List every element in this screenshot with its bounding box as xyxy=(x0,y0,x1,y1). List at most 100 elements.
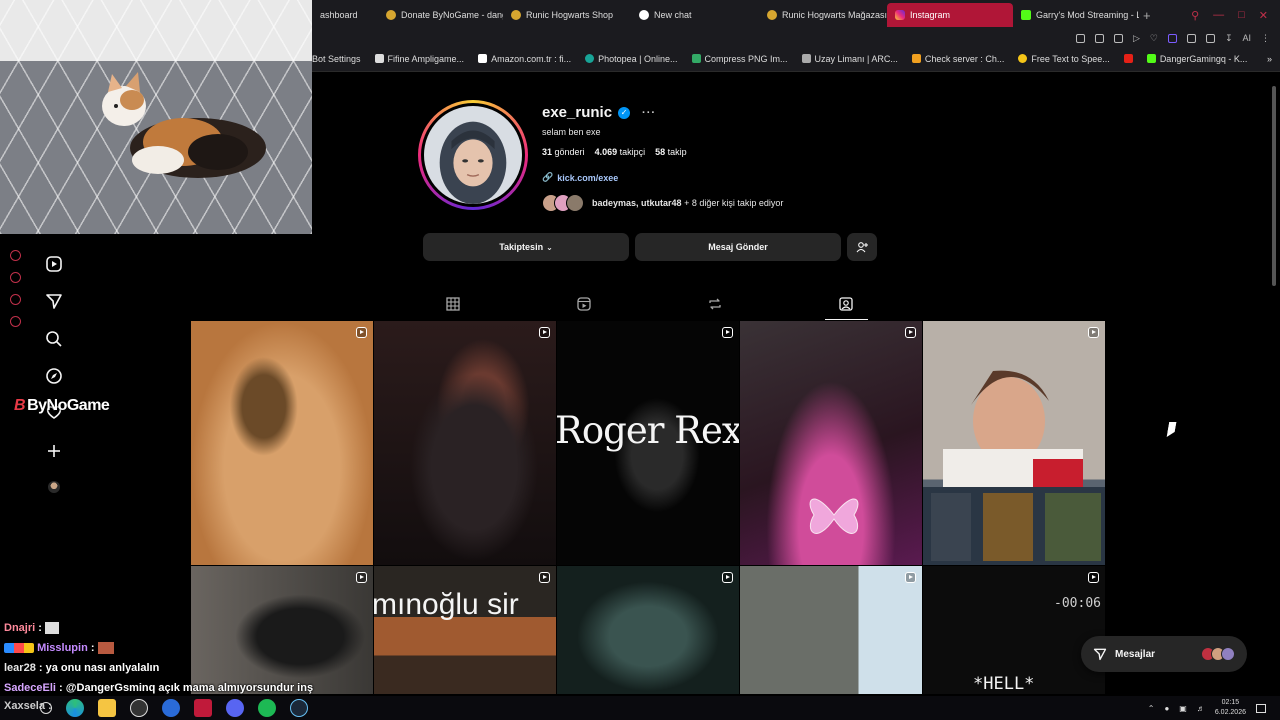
bookmarks-overflow-icon[interactable]: » xyxy=(1267,54,1280,64)
status-dot-icon xyxy=(10,294,21,305)
tab-dashboard[interactable]: ashboard xyxy=(312,3,378,27)
pip-icon[interactable] xyxy=(1205,33,1215,43)
bookmark-bot-settings[interactable]: Bot Settings xyxy=(312,54,361,64)
search-tabs-icon[interactable]: ⚲ xyxy=(1191,9,1199,22)
following-button[interactable]: Takiptesin ⌄ xyxy=(423,233,629,261)
bookmark-check-server[interactable]: Check server : Ch... xyxy=(911,54,1004,64)
bookmark-compress-png[interactable]: Compress PNG Im... xyxy=(691,54,788,64)
minimize-icon[interactable]: — xyxy=(1213,9,1224,22)
post-tile[interactable]: Roger Rex xyxy=(557,321,739,565)
messages-button[interactable]: Mesajlar xyxy=(1081,636,1247,672)
tab-runic-hogwarts-shop[interactable]: Runic Hogwarts Shop xyxy=(503,3,631,27)
screenshot-icon[interactable] xyxy=(1094,33,1104,43)
pin-icon[interactable] xyxy=(1075,33,1085,43)
network-icon[interactable]: ▣ xyxy=(1179,704,1187,713)
discord-icon[interactable] xyxy=(226,699,244,717)
tab-runic-hogwarts-magazasi[interactable]: Runic Hogwarts Mağazası xyxy=(759,3,887,27)
download-icon[interactable]: ↧ xyxy=(1225,33,1233,44)
following-count[interactable]: 58 takip xyxy=(655,147,687,157)
post-tile[interactable]: -00:06 *HELL* xyxy=(923,566,1105,694)
tab-icon[interactable] xyxy=(1167,33,1177,43)
tray-overflow-icon[interactable]: ⌃ xyxy=(1148,704,1155,713)
taskbar-search-icon[interactable] xyxy=(40,702,52,714)
youtube-icon xyxy=(1123,54,1133,63)
spotify-icon[interactable] xyxy=(258,699,276,717)
emote-icon xyxy=(44,622,59,635)
post-tile[interactable] xyxy=(740,321,922,565)
bookmark-free-text-to-speech[interactable]: Free Text to Spee... xyxy=(1018,54,1110,64)
post-tile[interactable] xyxy=(557,566,739,694)
profile-link[interactable]: 🔗 kick.com/exee xyxy=(542,172,618,183)
obs-icon[interactable] xyxy=(130,699,148,717)
send-message-button[interactable]: Mesaj Gönder xyxy=(635,233,841,261)
message-avatars xyxy=(1201,647,1235,661)
followers-count[interactable]: 4.069 takipçi xyxy=(595,147,646,157)
opera-gx-icon[interactable] xyxy=(194,699,212,717)
microphone-icon[interactable]: ● xyxy=(1164,704,1169,713)
page-scrollbar[interactable] xyxy=(1271,72,1277,700)
tab-reposts-icon[interactable] xyxy=(707,296,723,312)
bookmark-amazon[interactable]: Amazon.com.tr : fi... xyxy=(478,54,571,64)
tab-donate-bynogame[interactable]: Donate ByNoGame - dang xyxy=(378,3,503,27)
tab-garrys-mod-streaming[interactable]: Garry's Mod Streaming - L xyxy=(1013,3,1139,27)
scrollbar-thumb[interactable] xyxy=(1272,86,1276,286)
status-dot-icon xyxy=(10,250,21,261)
heart-icon[interactable]: ♡ xyxy=(1150,33,1158,44)
taskbar-clock[interactable]: 02:15 6.02.2026 xyxy=(1215,698,1246,718)
extensions-icon[interactable] xyxy=(1186,33,1196,43)
tab-reels-icon[interactable] xyxy=(576,296,592,312)
more-options-icon[interactable]: ··· xyxy=(642,107,656,119)
tab-instagram[interactable]: Instagram xyxy=(887,3,1013,27)
bookmark-youtube[interactable] xyxy=(1123,54,1133,63)
menu-icon[interactable]: ⋮ xyxy=(1261,33,1270,44)
file-explorer-icon[interactable] xyxy=(98,699,116,717)
create-plus-icon[interactable] xyxy=(45,442,63,460)
bookmark-dangergaming-kick[interactable]: DangerGamingq - K... xyxy=(1146,54,1247,64)
maximize-icon[interactable]: □ xyxy=(1238,9,1245,22)
shield-icon[interactable] xyxy=(1113,33,1123,43)
volume-icon[interactable]: ♬ xyxy=(1197,704,1205,713)
post-tile[interactable] xyxy=(374,321,556,565)
post-tile[interactable] xyxy=(923,321,1105,565)
profile-tabs xyxy=(191,290,1108,320)
notifications-icon[interactable] xyxy=(1256,703,1266,713)
edge-icon[interactable] xyxy=(66,699,84,717)
posts-count[interactable]: 31 gönderi xyxy=(542,147,585,157)
reel-icon xyxy=(905,327,916,338)
bookmark-fifine[interactable]: Fifine Ampligame... xyxy=(374,54,464,64)
post-tile[interactable]: mınoğlu sir xyxy=(374,566,556,694)
add-person-icon xyxy=(856,242,868,253)
profile-avatar[interactable] xyxy=(418,100,528,210)
suggested-people-button[interactable] xyxy=(847,233,877,261)
bookmark-photopea[interactable]: Photopea | Online... xyxy=(585,54,678,64)
direct-send-icon[interactable] xyxy=(45,292,63,310)
bookmark-uzay-limani[interactable]: Uzay Limanı | ARC... xyxy=(801,54,898,64)
search-icon[interactable] xyxy=(45,330,63,348)
followed-by-avatars xyxy=(542,194,584,212)
new-tab-button[interactable]: + xyxy=(1143,8,1151,23)
browser-toolbar: ▷ ♡ ↧ AI ⋮ xyxy=(312,30,1280,46)
tab-new-chat[interactable]: New chat xyxy=(631,3,759,27)
followed-by[interactable]: badeymas, utkutar48 + 8 diğer kişi takip… xyxy=(542,194,783,212)
profile-bio: selam ben exe xyxy=(542,127,601,137)
overlay-status-dots xyxy=(10,250,24,338)
reels-icon[interactable] xyxy=(45,255,63,273)
profile-avatar-icon[interactable] xyxy=(48,481,60,493)
post-overlay-text: -00:06 xyxy=(1054,596,1101,611)
steam-icon[interactable] xyxy=(290,699,308,717)
profile-photo xyxy=(424,106,522,204)
chat-line: lear28 : ya onu nası anlyalalın xyxy=(4,662,160,674)
message-avatar xyxy=(1221,647,1235,661)
ai-button[interactable]: AI xyxy=(1242,33,1251,43)
tab-tagged-icon[interactable] xyxy=(838,296,854,312)
tab-posts-grid-icon[interactable] xyxy=(445,296,461,312)
close-icon[interactable]: ✕ xyxy=(1259,9,1268,22)
profile-stats: 31 gönderi 4.069 takipçi 58 takip xyxy=(542,147,687,157)
vpn-icon[interactable] xyxy=(162,699,180,717)
post-tile[interactable] xyxy=(740,566,922,694)
runic-favicon-icon xyxy=(511,10,521,20)
explore-compass-icon[interactable] xyxy=(45,367,63,385)
butterfly-icon xyxy=(809,498,859,534)
play-icon[interactable]: ▷ xyxy=(1133,33,1140,44)
post-tile[interactable] xyxy=(191,321,373,565)
